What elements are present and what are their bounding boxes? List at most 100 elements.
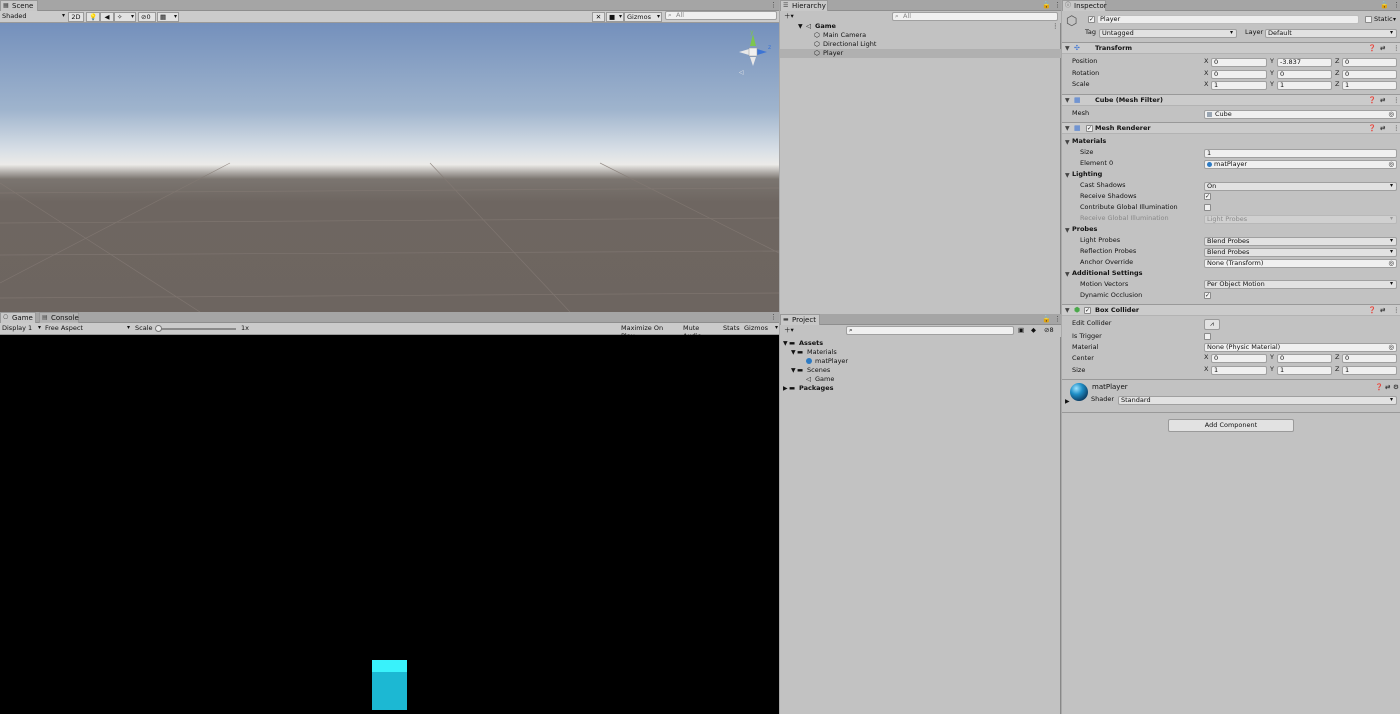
axis-label-x[interactable]: X (1204, 365, 1208, 374)
component-menu-icon[interactable]: ⋮ (1393, 124, 1400, 132)
collider-material-field[interactable]: None (Physic Material) ◎ (1204, 343, 1397, 352)
axis-label-z[interactable]: Z (1335, 69, 1339, 78)
shader-dropdown[interactable]: Standard (1118, 396, 1397, 405)
camera-settings-icon[interactable]: ■ (606, 12, 624, 22)
scene-search-input[interactable]: ⌕ All (665, 11, 777, 20)
tab-scene[interactable]: ▦ Scene (0, 0, 38, 11)
component-menu-icon[interactable]: ⋮ (1393, 96, 1400, 104)
receive-shadows-checkbox[interactable]: ✓ (1204, 193, 1211, 200)
scale-y-field[interactable]: 1 (1277, 81, 1332, 90)
project-search-input[interactable]: ⌕ (846, 326, 1014, 335)
game-viewport[interactable] (0, 335, 779, 714)
axis-label-y[interactable]: Y (1270, 80, 1274, 89)
project-lock-icon[interactable]: 🔒 (1042, 315, 1051, 323)
center-y-field[interactable]: 0 (1277, 354, 1332, 363)
grid-toggle-icon[interactable]: ▦ (157, 12, 179, 22)
object-name-field[interactable]: Player (1097, 15, 1359, 24)
reflection-probes-dropdown[interactable]: Blend Probes (1204, 248, 1397, 257)
position-y-field[interactable]: -3.837 (1277, 58, 1332, 67)
object-picker-icon[interactable]: ◎ (1388, 260, 1394, 267)
component-menu-icon[interactable]: ⋮ (1393, 44, 1400, 52)
maximize-on-play-toggle[interactable]: Maximize On Play (619, 324, 679, 340)
tab-hierarchy[interactable]: ☰ Hierarchy (780, 0, 828, 11)
cast-shadows-dropdown[interactable]: On (1204, 182, 1397, 191)
hierarchy-create-button[interactable]: ＋▾ (782, 12, 800, 22)
contribute-gi-checkbox[interactable] (1204, 204, 1211, 211)
mute-audio-toggle[interactable]: Mute Audio (681, 324, 719, 340)
scale-x-field[interactable]: 1 (1211, 81, 1267, 90)
axis-label-z[interactable]: Z (1335, 57, 1339, 66)
axis-label-z[interactable]: Z (1335, 353, 1339, 362)
tools-icon[interactable]: ✕ (592, 12, 605, 22)
mesh-renderer-enabled-checkbox[interactable]: ✓ (1086, 125, 1093, 132)
scale-slider-thumb[interactable] (155, 325, 162, 332)
toggle-2d-button[interactable]: 2D (68, 12, 84, 22)
layer-dropdown[interactable]: Default (1265, 29, 1397, 38)
box-collider-header[interactable]: ▼ ⬢ ✓ Box Collider ❓ ⇄ ⋮ (1062, 304, 1400, 316)
axis-label-x[interactable]: X (1204, 353, 1208, 362)
center-z-field[interactable]: 0 (1342, 354, 1397, 363)
game-gizmos-dropdown[interactable]: Gizmos (742, 324, 779, 334)
presets-icon[interactable]: ⇄ (1380, 44, 1385, 52)
presets-icon[interactable]: ⇄ (1380, 306, 1385, 314)
axis-label-x[interactable]: X (1204, 80, 1208, 89)
static-dropdown-arrow-icon[interactable]: ▾ (1393, 16, 1396, 23)
rotation-z-field[interactable]: 0 (1342, 70, 1397, 79)
project-materials-folder[interactable]: ▼ ▬ Materials (780, 348, 1061, 357)
tab-game[interactable]: ⎔ Game (0, 312, 36, 323)
mesh-filter-header[interactable]: ▼ ▦ Cube (Mesh Filter) ❓ ⇄ ⋮ (1062, 94, 1400, 106)
collider-size-x-field[interactable]: 1 (1211, 366, 1267, 375)
filter-by-label-icon[interactable]: ◆ (1029, 326, 1041, 336)
rotation-y-field[interactable]: 0 (1277, 70, 1332, 79)
add-component-button[interactable]: Add Component (1168, 419, 1294, 432)
axis-label-x[interactable]: X (1204, 69, 1208, 78)
hierarchy-scene-row[interactable]: ▼ ◁ Game ⋮ (780, 22, 1061, 31)
project-packages-folder[interactable]: ▶ ▬ Packages (780, 384, 1061, 393)
hierarchy-item-main-camera[interactable]: ⬡ Main Camera (780, 31, 1061, 40)
transform-header[interactable]: ▼ ✣ Transform ❓ ⇄ ⋮ (1062, 42, 1400, 54)
scene-orientation-gizmo[interactable]: y z ◁ (735, 28, 775, 78)
help-icon[interactable]: ❓ (1375, 383, 1383, 391)
axis-label-z[interactable]: Z (1335, 365, 1339, 374)
scene-menu-icon[interactable]: ⋮ (1052, 22, 1059, 31)
axis-label-y[interactable]: Y (1270, 57, 1274, 66)
effects-toggle-icon[interactable]: ✧ (114, 12, 136, 22)
project-matplayer-asset[interactable]: matPlayer (780, 357, 1061, 366)
axis-label-y[interactable]: Y (1270, 69, 1274, 78)
materials-foldout[interactable]: Materials (1072, 137, 1106, 146)
rotation-x-field[interactable]: 0 (1211, 70, 1267, 79)
presets-icon[interactable]: ⇄ (1380, 96, 1385, 104)
collider-size-z-field[interactable]: 1 (1342, 366, 1397, 375)
element0-object-field[interactable]: matPlayer ◎ (1204, 160, 1397, 169)
presets-icon[interactable]: ⇄ (1380, 124, 1385, 132)
shading-mode-dropdown[interactable]: Shaded (0, 12, 66, 22)
scene-menu-icon[interactable]: ⋮ (770, 1, 777, 9)
scale-z-field[interactable]: 1 (1342, 81, 1397, 90)
probes-foldout[interactable]: Probes (1072, 225, 1097, 234)
help-icon[interactable]: ❓ (1368, 96, 1376, 104)
additional-settings-foldout[interactable]: Additional Settings (1072, 269, 1143, 278)
tag-dropdown[interactable]: Untagged (1099, 29, 1237, 38)
audio-toggle-icon[interactable]: ◀ (100, 12, 114, 22)
materials-size-field[interactable]: 1 (1204, 149, 1397, 158)
axis-label-z[interactable]: Z (1335, 80, 1339, 89)
position-z-field[interactable]: 0 (1342, 58, 1397, 67)
game-menu-icon[interactable]: ⋮ (770, 313, 777, 321)
mesh-object-field[interactable]: Cube ◎ (1204, 110, 1397, 119)
hierarchy-menu-icon[interactable]: ⋮ (1054, 1, 1061, 9)
project-assets-folder[interactable]: ▼ ▬ Assets (780, 339, 1061, 348)
object-picker-icon[interactable]: ◎ (1388, 161, 1394, 168)
scene-gizmos-dropdown[interactable]: Gizmos (624, 12, 662, 22)
axis-label-y[interactable]: Y (1270, 353, 1274, 362)
lighting-toggle-icon[interactable]: 💡 (86, 12, 100, 22)
inspector-lock-icon[interactable]: 🔒 (1380, 1, 1389, 9)
project-game-scene[interactable]: ◁ Game (780, 375, 1061, 384)
hierarchy-lock-icon[interactable]: 🔒 (1042, 1, 1051, 9)
hierarchy-item-directional-light[interactable]: ⬡ Directional Light (780, 40, 1061, 49)
motion-vectors-dropdown[interactable]: Per Object Motion (1204, 280, 1397, 289)
project-menu-icon[interactable]: ⋮ (1054, 315, 1061, 323)
axis-label-x[interactable]: X (1204, 57, 1208, 66)
object-picker-icon[interactable]: ◎ (1388, 344, 1394, 351)
filter-by-type-icon[interactable]: ▣ (1016, 326, 1028, 336)
edit-collider-button[interactable]: ⩘ (1204, 319, 1220, 330)
